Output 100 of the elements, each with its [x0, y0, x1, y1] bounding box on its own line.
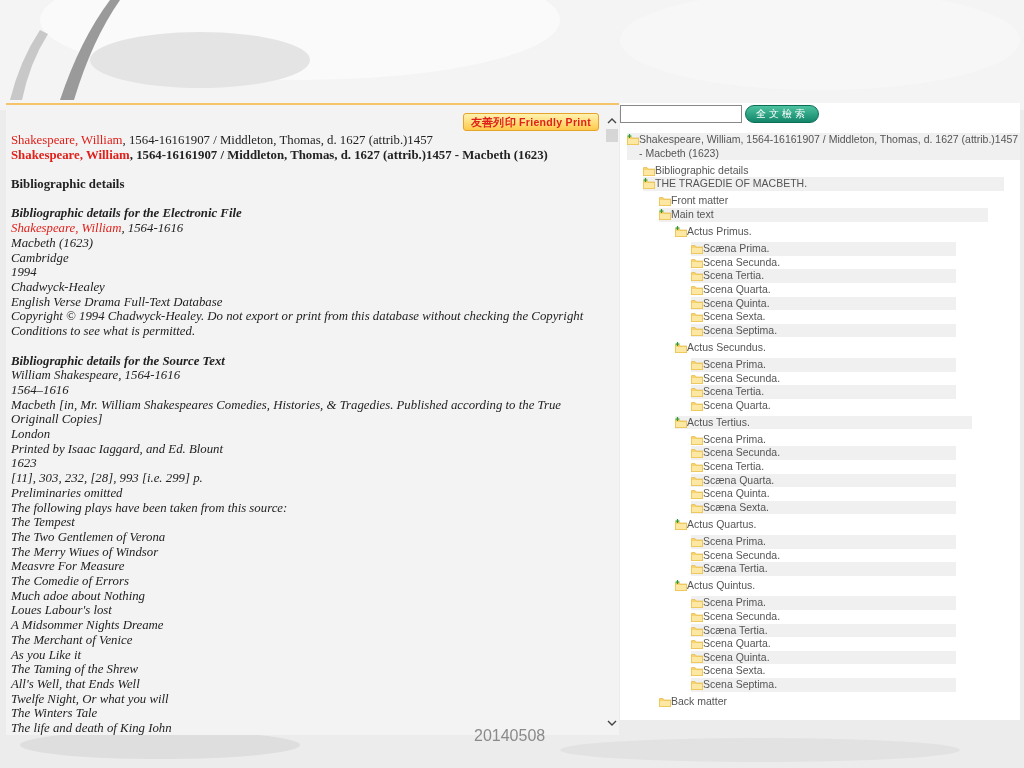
detail-line: English Verse Drama Full-Text Database — [11, 294, 224, 310]
detail-line: Loues Labour's lost — [11, 603, 113, 619]
tree-item[interactable]: Scena Quinta. — [691, 650, 956, 665]
detail-line: 1564–1616 — [11, 382, 70, 398]
tree-item[interactable]: Scena Septima. — [691, 677, 956, 692]
tree-item[interactable]: Scena Prima. — [691, 357, 956, 372]
folder-icon — [691, 624, 703, 636]
folder-icon — [691, 651, 703, 663]
tree-item[interactable]: Scæna Prima. — [691, 242, 956, 256]
folder-plus-icon — [643, 178, 655, 190]
scroll-up-icon[interactable] — [607, 117, 617, 125]
tree-item[interactable]: Scæna Tertia. — [691, 623, 956, 638]
detail-line: Preliminaries omitted — [11, 485, 124, 501]
tree-item[interactable]: Bibliographic details — [643, 163, 1004, 178]
detail-line: The Tempest — [11, 515, 76, 530]
tree-item[interactable]: Actus Tertius. — [675, 415, 972, 430]
tree-item[interactable]: Scena Secunda. — [691, 610, 956, 624]
document-title: , 1564-16161907 / Middleton, Thomas, d. 1627 (attrib.)1457 - Macbeth (1623) — [129, 147, 548, 162]
folder-icon — [691, 474, 703, 486]
tree-item[interactable]: Scena Septima. — [691, 323, 956, 338]
folder-icon — [691, 433, 703, 445]
detail-line: Cambridge — [11, 250, 70, 266]
slide-date: 20140508 — [474, 728, 546, 744]
folder-icon — [643, 164, 655, 176]
detail-line: The following plays have been taken from this source: — [11, 500, 289, 516]
detail-line: London — [11, 427, 52, 442]
folder-icon — [691, 461, 703, 473]
detail-line: All's Well, that Ends Well — [11, 676, 141, 692]
section-heading: Bibliographic details for the Source Text — [11, 353, 226, 369]
folder-plus-icon — [675, 226, 687, 238]
author-link[interactable]: Shakespeare, William — [11, 133, 123, 147]
tree-item[interactable]: Scæna Tertia. — [691, 562, 956, 576]
folder-icon — [691, 678, 703, 690]
author-link[interactable]: Shakespeare, William — [11, 147, 130, 162]
tree-item[interactable]: Actus Quartus. — [675, 517, 972, 532]
folder-plus-icon — [675, 518, 687, 530]
folder-plus-icon — [675, 416, 687, 428]
tree-item[interactable]: Scena Prima. — [691, 596, 956, 610]
detail-line: The Comedie of Errors — [11, 574, 130, 589]
detail-line: Chadwyck-Healey — [11, 280, 106, 295]
folder-icon — [691, 665, 703, 677]
tree-item[interactable]: Scena Secunda. — [691, 371, 956, 386]
folder-icon — [691, 611, 703, 622]
search-field[interactable] — [620, 105, 742, 123]
tree-item[interactable]: Main text — [659, 207, 988, 222]
folder-icon — [691, 549, 703, 561]
print-button[interactable]: 友善列印 Friendly Print — [462, 113, 599, 131]
tree-item[interactable]: Scena Prima. — [691, 432, 956, 447]
folder-icon — [691, 256, 703, 268]
tree-item[interactable]: Shakespeare, William, 1564-16161907 / Middleton, Thomas, d. 1627 (attrib.)1457 - Macbeth (1623) — [627, 133, 1020, 161]
detail-line: The Two Gentlemen of Verona — [11, 529, 167, 545]
scrollbar-thumb[interactable] — [606, 129, 618, 142]
folder-icon — [691, 311, 703, 323]
tree-item[interactable]: Scena Tertia. — [691, 269, 956, 283]
tree-item[interactable]: Actus Secundus. — [675, 340, 972, 355]
tree-item[interactable]: Scena Quinta. — [691, 296, 956, 311]
detail-line: Printed by Isaac Iaggard, and Ed. Blount — [11, 441, 225, 457]
folder-icon — [691, 447, 703, 459]
folder-icon — [659, 696, 671, 708]
tree-item[interactable]: Scena Secunda. — [691, 446, 956, 461]
tree-item[interactable]: Scena Secunda. — [691, 548, 956, 563]
detail-line: The Taming of the Shrew — [11, 662, 140, 677]
folder-plus-icon — [659, 208, 671, 220]
tree-item[interactable]: Scena Tertia. — [691, 460, 956, 474]
folder-icon — [691, 563, 703, 575]
folder-icon — [659, 195, 671, 207]
folder-icon — [691, 283, 703, 295]
scroll-down-icon[interactable] — [607, 719, 617, 727]
tree-item[interactable]: Scena Quarta. — [691, 637, 956, 651]
folder-icon — [691, 243, 703, 255]
detail-line: The Merry Wiues of Windsor — [11, 544, 160, 560]
detail-line: The Winters Tale — [11, 706, 99, 722]
tree-item[interactable]: Front matter — [659, 194, 988, 208]
author-text: , 1564-16161907 / Middleton, Thomas, d. 1627 (attrib.)1457 — [122, 133, 433, 147]
detail-line: 1994 — [11, 265, 38, 280]
tree-item[interactable]: Scæna Quarta. — [691, 473, 956, 488]
tree-item[interactable]: Scena Secunda. — [691, 255, 956, 270]
tree-item[interactable]: Scena Sexta. — [691, 664, 956, 678]
folder-icon — [691, 297, 703, 309]
tree-item[interactable]: Scena Sexta. — [691, 310, 956, 324]
tree-item[interactable]: Actus Quintus. — [675, 579, 972, 593]
tree-item[interactable]: Scena Quarta. — [691, 398, 956, 413]
tree-item[interactable]: Scena Tertia. — [691, 385, 956, 399]
folder-icon — [691, 399, 703, 411]
tree-item[interactable]: Back matter — [659, 695, 988, 709]
section-heading: Bibliographic details — [11, 177, 126, 192]
detail-line: William Shakespeare, 1564-1616 — [11, 368, 182, 383]
tree-item[interactable]: Scena Quarta. — [691, 282, 956, 297]
folder-icon — [691, 536, 703, 548]
tree-item[interactable]: Actus Primus. — [675, 225, 972, 239]
tree-item[interactable]: Scæna Sexta. — [691, 500, 956, 515]
folder-icon — [691, 488, 703, 500]
detail-line: Macbeth (1623) — [11, 235, 95, 251]
tree-item[interactable]: Scena Prima. — [691, 535, 956, 549]
tree-item[interactable]: THE TRAGEDIE OF MACBETH. — [643, 177, 1004, 191]
detail-line: Copyright © 1994 Chadwyck-Healey. Do not export or print from this database without checking the Copyright Conditions to see what is permitted. — [11, 309, 585, 339]
detail-line: The Merchant of Venice — [11, 632, 134, 648]
detail-line: [11], 303, 232, [28], 993 [i.e. 299] p. — [11, 471, 204, 486]
folder-icon — [691, 372, 703, 384]
tree-item[interactable]: Scena Quinta. — [691, 487, 956, 501]
